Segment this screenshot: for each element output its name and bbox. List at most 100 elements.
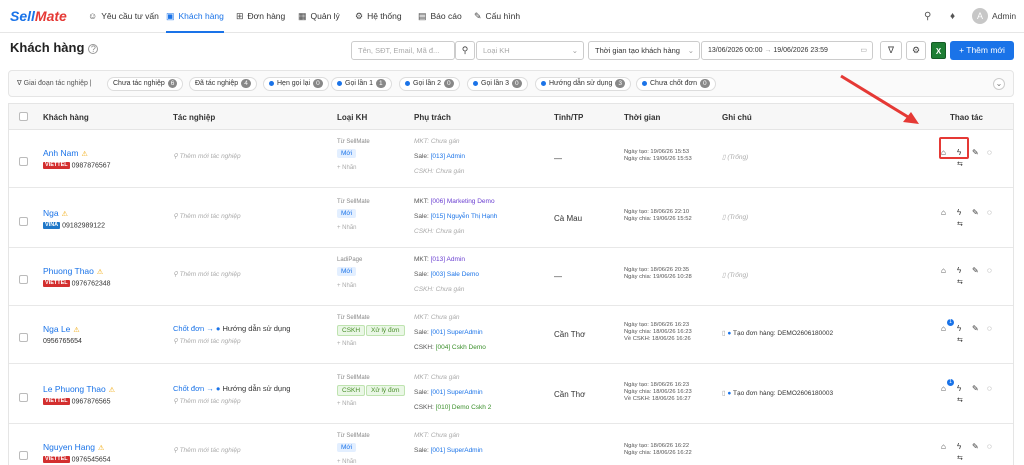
note-text: (Trống)	[727, 214, 749, 221]
excel-export-button[interactable]: X	[931, 42, 946, 59]
operation-status[interactable]: Chốt đơn → ● Hướng dẫn sử dụng	[173, 324, 290, 333]
chip-call-2[interactable]: Gọi lần 20	[399, 77, 460, 91]
comment-icon[interactable]: ◌	[987, 384, 992, 393]
comment-icon[interactable]: ◌	[987, 324, 992, 333]
row-checkbox[interactable]	[19, 217, 28, 226]
select-all-checkbox[interactable]	[19, 112, 28, 121]
customer-name[interactable]: Nga Le ⚠	[43, 324, 80, 334]
wrench-icon: ✎	[474, 11, 482, 21]
add-operation-link[interactable]: ⚲ Thêm mới tác nghiệp	[173, 397, 241, 405]
logo-text-b: Mate	[34, 8, 67, 24]
chip-callback[interactable]: Hẹn gọi lại 0	[263, 77, 329, 91]
logo[interactable]: SellMate	[10, 8, 67, 24]
customer-type-select[interactable]: Loại KH ⌄	[476, 41, 584, 60]
add-label-link[interactable]: + Nhãn	[337, 165, 357, 171]
transfer-icon[interactable]: ⇆	[957, 220, 963, 228]
transfer-icon[interactable]: ⇆	[957, 454, 963, 462]
help-icon[interactable]: ?	[88, 43, 99, 54]
collapse-toggle[interactable]: ⌄	[993, 78, 1005, 90]
time-filter-select[interactable]: Thời gian tạo khách hàng ⌄	[588, 41, 700, 60]
customer-name[interactable]: Le Phuong Thao ⚠	[43, 384, 115, 394]
edit-icon[interactable]: ✎	[972, 266, 979, 275]
transfer-icon[interactable]: ⇆	[957, 336, 963, 344]
comment-icon[interactable]: ◌	[987, 148, 992, 157]
nav-item-customers[interactable]: ▣ Khách hàng	[166, 0, 224, 33]
bag-icon[interactable]: ⌂	[941, 208, 946, 217]
add-operation-text: Thêm mới tác nghiệp	[179, 153, 241, 160]
lightning-icon[interactable]: ϟ	[957, 208, 961, 217]
add-customer-button[interactable]: + Thêm mới	[950, 41, 1014, 60]
date-range-picker[interactable]: 13/06/2026 00:00 → 19/06/2026 23:59 ▭	[701, 41, 873, 60]
bag-count-badge: 1	[947, 379, 954, 386]
bag-icon[interactable]: ⌂	[941, 266, 946, 275]
edit-icon[interactable]: ✎	[972, 384, 979, 393]
search-input[interactable]: Tên, SĐT, Email, Mã đ...	[351, 41, 455, 60]
bag-count-badge: 1	[947, 319, 954, 326]
settings-button[interactable]: ⚙	[906, 41, 926, 60]
edit-icon[interactable]: ✎	[972, 208, 979, 217]
avatar[interactable]: A	[972, 8, 988, 24]
chip-call-3[interactable]: Gọi lần 30	[467, 77, 528, 91]
lightning-icon[interactable]: ϟ	[957, 266, 961, 275]
nav-item-consult[interactable]: ☺ Yêu cầu tư vấn	[88, 0, 159, 33]
filter-icon: ∇	[887, 45, 895, 55]
search-icon[interactable]: ⚲	[924, 11, 931, 22]
row-checkbox[interactable]	[19, 275, 28, 284]
nav-item-orders[interactable]: ⊞ Đơn hàng	[236, 0, 285, 33]
add-label-link[interactable]: + Nhãn	[337, 401, 357, 407]
user-name[interactable]: Admin	[992, 11, 1016, 21]
row-checkbox[interactable]	[19, 393, 28, 402]
lightning-icon[interactable]: ϟ	[957, 384, 961, 393]
nav-item-manage[interactable]: ▦ Quản lý	[298, 0, 340, 33]
bell-icon[interactable]: ♦	[950, 11, 955, 22]
row-checkbox[interactable]	[19, 451, 28, 460]
comment-icon[interactable]: ◌	[987, 208, 992, 217]
customer-phone: 0956765654	[43, 338, 82, 345]
transfer-icon[interactable]: ⇆	[957, 160, 963, 168]
edit-icon[interactable]: ✎	[972, 442, 979, 451]
add-label-link[interactable]: + Nhãn	[337, 225, 357, 231]
comment-icon[interactable]: ◌	[987, 266, 992, 275]
add-label-link[interactable]: + Nhãn	[337, 459, 357, 465]
search-button[interactable]: ⚲	[455, 41, 475, 60]
row-checkbox[interactable]	[19, 333, 28, 342]
nav-item-report[interactable]: ▤ Báo cáo	[418, 0, 462, 33]
gear-icon: ⚙	[911, 45, 921, 55]
lightning-icon[interactable]: ϟ	[957, 442, 961, 451]
add-operation-link[interactable]: ⚲ Thêm mới tác nghiệp	[173, 152, 241, 160]
add-label-link[interactable]: + Nhãn	[337, 283, 357, 289]
customer-name[interactable]: Anh Nam ⚠	[43, 148, 88, 158]
comment-icon[interactable]: ◌	[987, 442, 992, 451]
transfer-icon[interactable]: ⇆	[957, 396, 963, 404]
owner-sale: Sale: [003] Sale Demo	[414, 271, 479, 278]
chip-user-guide[interactable]: Hướng dẫn sử dụng 3	[535, 77, 632, 91]
nav-item-system[interactable]: ⚙ Hệ thống	[355, 0, 402, 33]
add-label-link[interactable]: + Nhãn	[337, 341, 357, 347]
chip-call-1[interactable]: Gọi lần 11	[331, 77, 392, 91]
filter-button[interactable]: ∇	[880, 41, 902, 60]
add-operation-link[interactable]: ⚲ Thêm mới tác nghiệp	[173, 446, 241, 454]
note: ▯ (Trống)	[722, 153, 748, 161]
edit-icon[interactable]: ✎	[972, 148, 979, 157]
customer-name[interactable]: Nga ⚠	[43, 208, 68, 218]
edit-icon[interactable]: ✎	[972, 324, 979, 333]
nav-item-config[interactable]: ✎ Cấu hình	[474, 0, 520, 33]
gear-icon: ⚙	[355, 11, 364, 21]
bag-icon[interactable]: ⌂	[941, 384, 946, 393]
row-checkbox[interactable]	[19, 157, 28, 166]
customer-name[interactable]: Nguyen Hang ⚠	[43, 442, 104, 452]
chip-count: 0	[512, 79, 522, 88]
bag-icon[interactable]: ⌂	[941, 442, 946, 451]
chip-not-processed[interactable]: Chưa tác nghiệp 6	[107, 77, 184, 91]
operation-status[interactable]: Chốt đơn → ● Hướng dẫn sử dụng	[173, 384, 290, 393]
add-operation-link[interactable]: ⚲ Thêm mới tác nghiệp	[173, 212, 241, 220]
add-operation-link[interactable]: ⚲ Thêm mới tác nghiệp	[173, 337, 241, 345]
transfer-icon[interactable]: ⇆	[957, 278, 963, 286]
lightning-icon[interactable]: ϟ	[957, 324, 961, 333]
chip-not-closed[interactable]: Chưa chốt đơn 0	[636, 77, 716, 91]
chip-processed[interactable]: Đã tác nghiệp 4	[189, 77, 257, 91]
add-operation-link[interactable]: ⚲ Thêm mới tác nghiệp	[173, 270, 241, 278]
time-info: Ngày tạo: 18/06/26 20:35 Ngày chia: 19/06…	[624, 267, 692, 281]
bag-icon[interactable]: ⌂	[941, 324, 946, 333]
customer-name[interactable]: Phuong Thao ⚠	[43, 266, 103, 276]
